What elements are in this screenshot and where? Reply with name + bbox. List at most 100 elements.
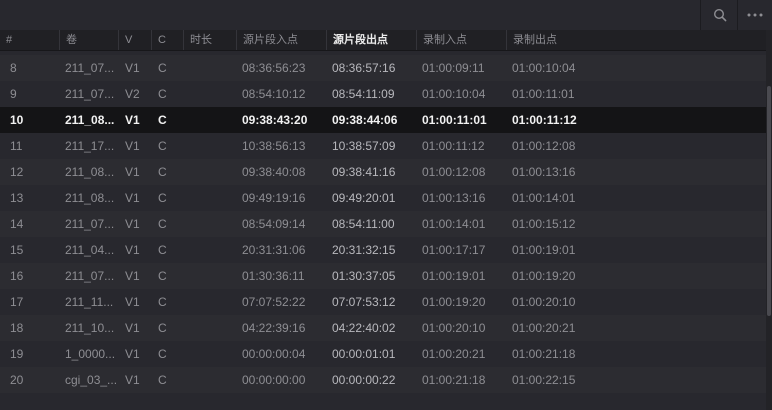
cell-num: 17 (10, 295, 24, 309)
cell-v: V1 (125, 269, 140, 283)
cell-rec-out: 01:00:20:21 (512, 321, 576, 335)
cell-src-in: 08:54:09:14 (242, 217, 306, 231)
cell-v: V1 (125, 113, 140, 127)
cell-num: 15 (10, 243, 24, 257)
cell-rec-out: 01:00:10:04 (512, 61, 576, 75)
cell-c: C (158, 113, 167, 127)
column-header-c[interactable]: C (151, 30, 183, 50)
vertical-scrollbar[interactable] (766, 30, 772, 410)
cell-num: 18 (10, 321, 24, 335)
cell-v: V1 (125, 191, 140, 205)
cell-src-out: 09:38:44:06 (332, 113, 398, 127)
cell-v: V1 (125, 321, 140, 335)
cell-c: C (158, 139, 167, 153)
cell-src-out: 20:31:32:15 (332, 243, 396, 257)
column-header-src-out[interactable]: 源片段出点 (326, 30, 416, 50)
cell-reel: 211_17... (65, 139, 115, 153)
cell-num: 9 (10, 87, 17, 101)
cell-src-in: 10:38:56:13 (242, 139, 306, 153)
table-row[interactable]: 9 211_07... V2 C 08:54:10:12 08:54:11:09 01:00… (0, 81, 766, 107)
search-button[interactable] (703, 0, 737, 30)
cell-num: 11 (10, 139, 23, 153)
cell-c: C (158, 243, 167, 257)
table-row[interactable]: 15 211_04... V1 C 20:31:31:06 20:31:32:15 01:0… (0, 237, 766, 263)
cell-num: 12 (10, 165, 24, 179)
cell-reel: 211_07... (65, 87, 115, 101)
cell-src-out: 10:38:57:09 (332, 139, 396, 153)
cell-rec-in: 01:00:19:20 (422, 295, 486, 309)
cell-rec-in: 01:00:21:18 (422, 373, 486, 387)
cell-rec-out: 01:00:12:08 (512, 139, 576, 153)
cell-rec-in: 01:00:17:17 (422, 243, 486, 257)
more-options-icon (747, 13, 763, 17)
cell-rec-in: 01:00:10:04 (422, 87, 486, 101)
cell-rec-in: 01:00:12:08 (422, 165, 486, 179)
column-header-rec-in[interactable]: 录制入点 (416, 30, 506, 50)
toolbar-divider (700, 0, 701, 30)
cell-src-in: 07:07:52:22 (242, 295, 306, 309)
cell-src-out: 00:00:00:22 (332, 373, 396, 387)
column-header-rec-out[interactable]: 录制出点 (506, 30, 766, 50)
column-header-reel[interactable]: 卷 (59, 30, 118, 50)
cell-c: C (158, 373, 167, 387)
table-row[interactable]: 17 211_11... V1 C 07:07:52:22 07:07:53:12 01:0… (0, 289, 766, 315)
cell-src-in: 20:31:31:06 (242, 243, 306, 257)
cell-v: V1 (125, 243, 140, 257)
cell-c: C (158, 87, 167, 101)
cell-src-out: 09:49:20:01 (332, 191, 396, 205)
cell-reel: 211_07... (65, 61, 115, 75)
column-header-num[interactable]: # (0, 30, 59, 50)
cell-src-in: 09:49:19:16 (242, 191, 306, 205)
cell-reel: 211_08... (65, 165, 115, 179)
cell-v: V2 (125, 87, 140, 101)
cell-num: 20 (10, 373, 24, 387)
cell-src-in: 04:22:39:16 (242, 321, 306, 335)
cell-rec-in: 01:00:19:01 (422, 269, 486, 283)
cell-rec-in: 01:00:20:10 (422, 321, 486, 335)
cell-v: V1 (125, 139, 140, 153)
cell-rec-in: 01:00:11:12 (422, 139, 485, 153)
cell-num: 16 (10, 269, 24, 283)
cell-src-in: 00:00:00:00 (242, 373, 306, 387)
table-row[interactable]: 14 211_07... V1 C 08:54:09:14 08:54:11:00 01:0… (0, 211, 766, 237)
table-row[interactable]: 10 211_08... V1 C 09:38:43:20 09:38:44:06 01:0… (0, 107, 766, 133)
cell-num: 14 (10, 217, 24, 231)
cell-rec-in: 01:00:09:11 (422, 61, 485, 75)
cell-c: C (158, 217, 167, 231)
column-header-dur[interactable]: 时长 (183, 30, 236, 50)
cell-src-in: 08:54:10:12 (242, 87, 306, 101)
cell-src-in: 08:36:56:23 (242, 61, 306, 75)
table-row[interactable]: 19 1_0000... V1 C 00:00:00:04 00:00:01:01 01:0… (0, 341, 766, 367)
column-header-src-in[interactable]: 源片段入点 (236, 30, 326, 50)
column-header-v[interactable]: V (118, 30, 151, 50)
table-row[interactable]: 18 211_10... V1 C 04:22:39:16 04:22:40:02 01:0… (0, 315, 766, 341)
table-row[interactable]: 12 211_08... V1 C 09:38:40:08 09:38:41:16 01:0… (0, 159, 766, 185)
table-row[interactable]: 20 cgi_03_... V1 C 00:00:00:00 00:00:00:22 01:… (0, 367, 766, 393)
cell-c: C (158, 61, 167, 75)
table-row[interactable]: 8 211_07... V1 C 08:36:56:23 08:36:57:16 01:00… (0, 55, 766, 81)
cell-c: C (158, 295, 167, 309)
cell-num: 19 (10, 347, 24, 361)
cell-rec-in: 01:00:11:01 (422, 113, 487, 127)
table-header: # 卷 V C 时长 源片段入点 源片段出点 录制入点 录制出点 (0, 30, 766, 51)
table-row[interactable]: 16 211_07... V1 C 01:30:36:11 01:30:37:05 01:0… (0, 263, 766, 289)
cell-reel: 211_04... (65, 243, 115, 257)
cell-num: 10 (10, 113, 24, 127)
cell-src-in: 00:00:00:04 (242, 347, 306, 361)
cell-num: 8 (10, 61, 17, 75)
table-row[interactable]: 11 211_17... V1 C 10:38:56:13 10:38:57:09 01:0… (0, 133, 766, 159)
cell-num: 13 (10, 191, 24, 205)
cell-c: C (158, 347, 167, 361)
scrollbar-thumb[interactable] (767, 86, 771, 316)
toolbar (0, 0, 772, 31)
cell-src-out: 09:38:41:16 (332, 165, 396, 179)
cell-rec-in: 01:00:20:21 (422, 347, 486, 361)
cell-src-in: 09:38:43:20 (242, 113, 308, 127)
cell-reel: 211_11... (65, 295, 114, 309)
cell-rec-out: 01:00:11:12 (512, 113, 577, 127)
cell-src-out: 08:54:11:00 (332, 217, 395, 231)
cell-rec-out: 01:00:15:12 (512, 217, 576, 231)
table-row[interactable]: 13 211_08... V1 C 09:49:19:16 09:49:20:01 01:0… (0, 185, 766, 211)
more-options-button[interactable] (738, 0, 772, 30)
cell-rec-in: 01:00:14:01 (422, 217, 486, 231)
